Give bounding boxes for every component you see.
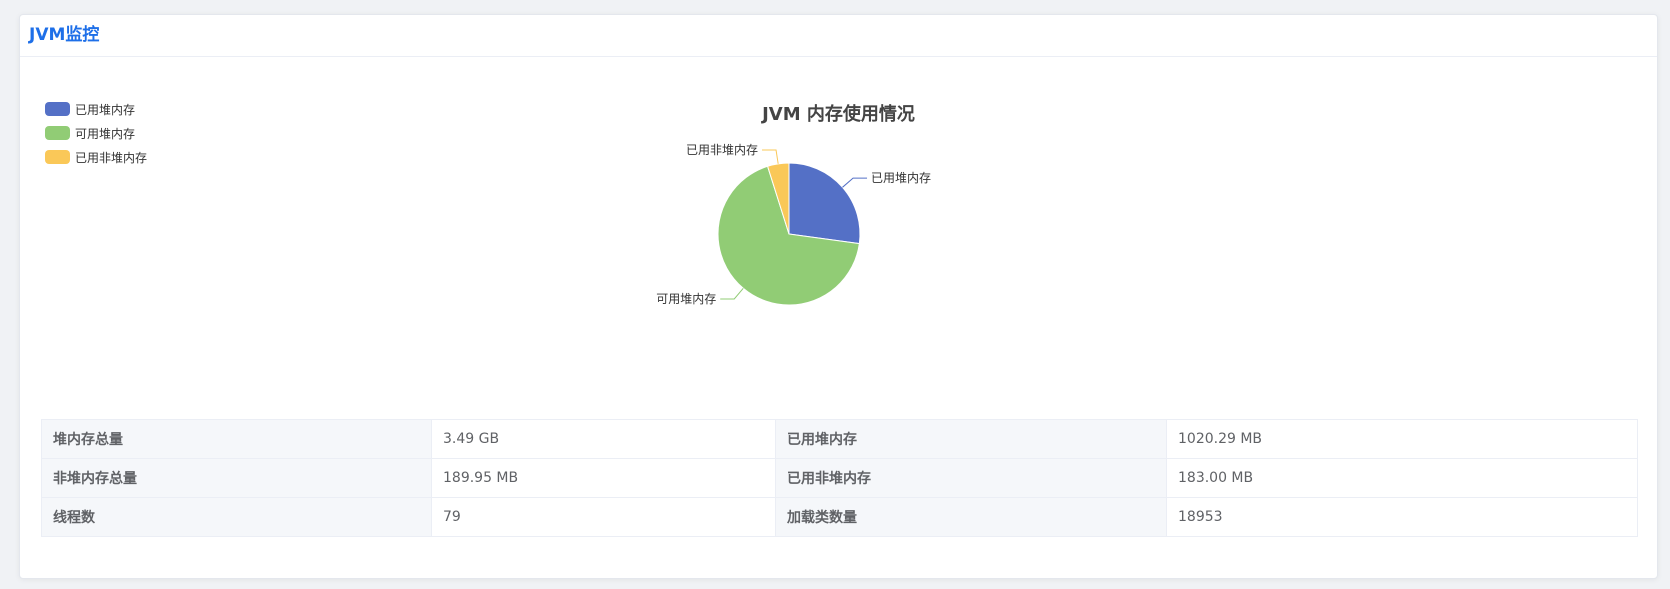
jvm-monitor-card: JVM监控 已用堆内存 可用堆内存 已用非堆内存 JVM 内存使用情况 已用堆内… (19, 14, 1658, 579)
table-value-cell: 18953 (1166, 497, 1638, 537)
pie-label-line (842, 177, 868, 188)
table-label-cell: 线程数 (41, 497, 432, 537)
pie-label: 可用堆内存 (656, 292, 716, 306)
table-value-cell: 183.00 MB (1166, 458, 1638, 498)
pie-chart: 已用堆内存可用堆内存 已用非堆内存 (656, 143, 931, 306)
table-value-cell: 3.49 GB (431, 419, 776, 459)
pie-label-line (762, 149, 779, 164)
table-label-cell: 非堆内存总量 (41, 458, 432, 498)
pie-label: 已用非堆内存 (686, 143, 758, 157)
pie-label-line (720, 287, 744, 300)
table-row: 堆内存总量 3.49 GB 已用堆内存 1020.29 MB (41, 419, 1638, 459)
table-label-cell: 已用堆内存 (775, 419, 1167, 459)
table-label-cell: 加载类数量 (775, 497, 1167, 537)
table-row: 非堆内存总量 189.95 MB 已用非堆内存 183.00 MB (41, 458, 1638, 498)
table-value-cell: 189.95 MB (431, 458, 776, 498)
table-row: 线程数 79 加载类数量 18953 (41, 497, 1638, 537)
pie-label: 已用堆内存 (871, 171, 931, 185)
pie-slice[interactable] (788, 162, 861, 245)
table-value-cell: 1020.29 MB (1166, 419, 1638, 459)
table-value-cell: 79 (431, 497, 776, 537)
memory-info-table: 堆内存总量 3.49 GB 已用堆内存 1020.29 MB 非堆内存总量 189.95 … (41, 419, 1638, 537)
table-label-cell: 堆内存总量 (41, 419, 432, 459)
table-label-cell: 已用非堆内存 (775, 458, 1167, 498)
